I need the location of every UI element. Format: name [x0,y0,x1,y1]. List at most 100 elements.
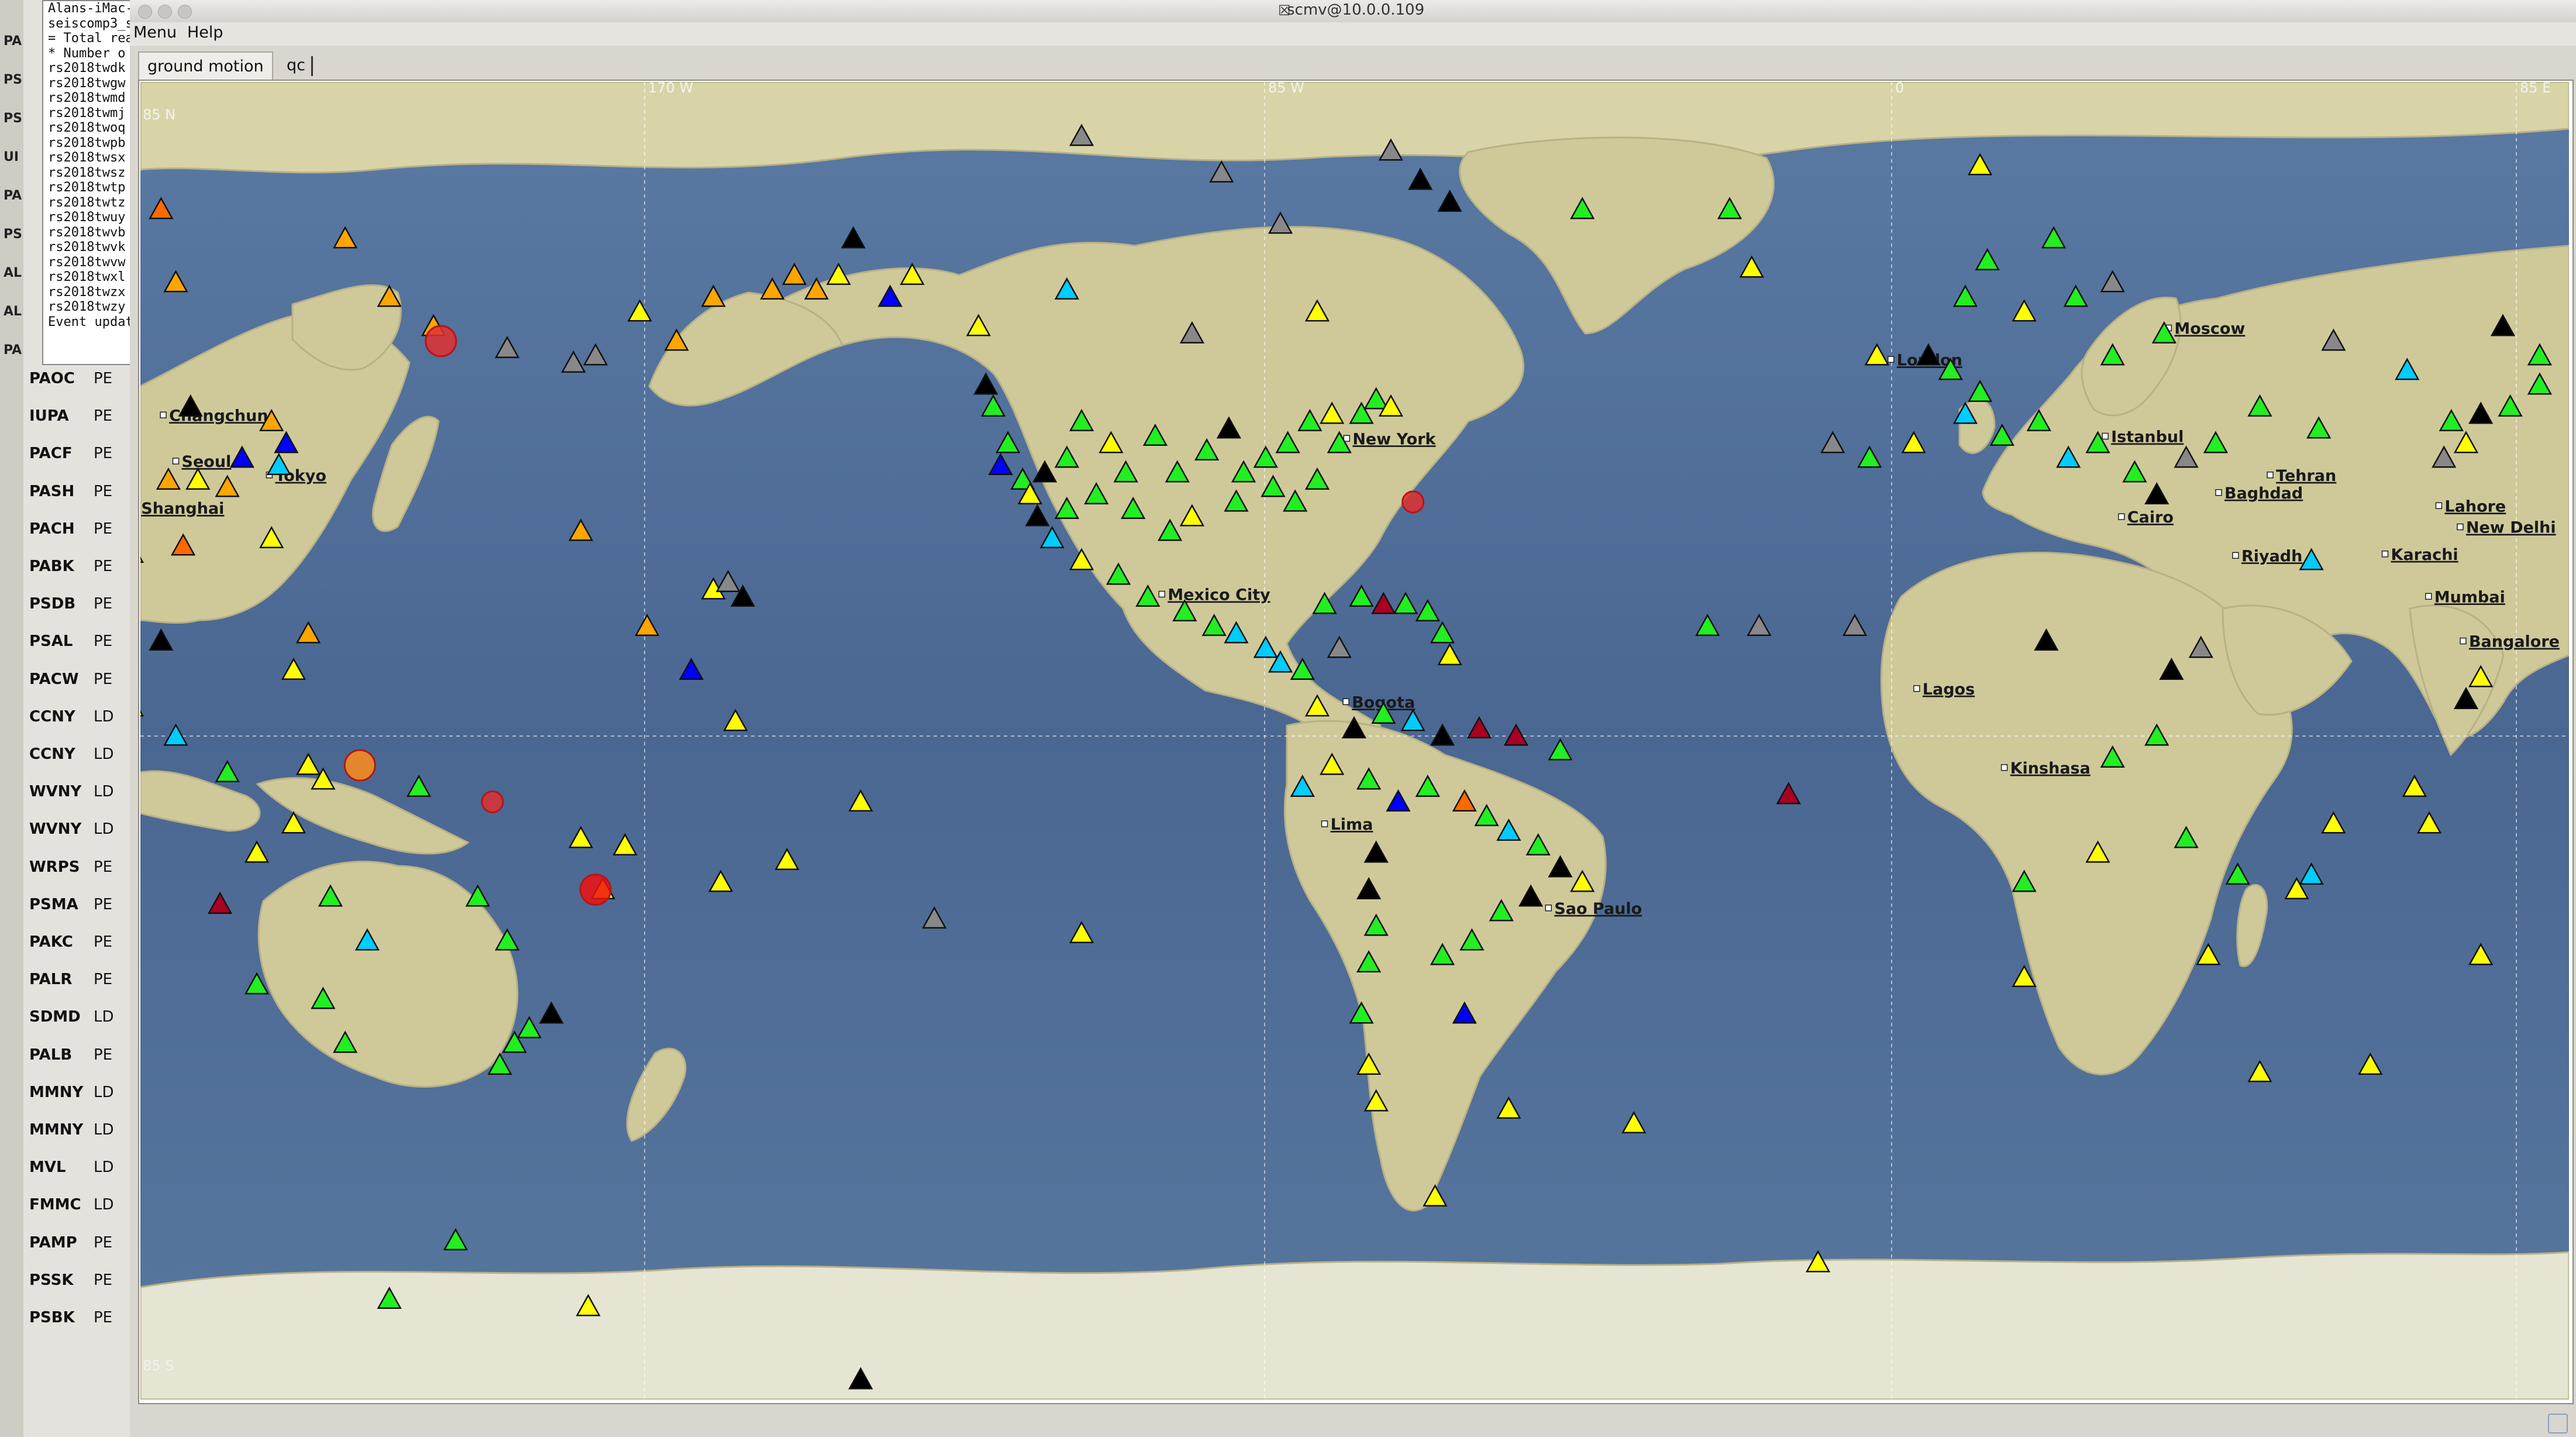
station-code: WVNY [29,820,82,838]
city-label: Mexico City [1168,586,1270,604]
city-label: Lagos [1923,680,1975,699]
station-row[interactable]: WVNY LD [0,814,132,852]
close-window-icon[interactable] [138,5,152,19]
menu-menu[interactable]: Menu [133,23,177,42]
station-row[interactable]: MVL LD [0,1153,132,1190]
city-label: Tehran [2276,467,2336,485]
station-row[interactable]: PSBK PE [0,1303,132,1340]
station-row[interactable]: PAMP PE [0,1228,132,1266]
station-code: CCNY [29,707,75,726]
terminal-line: rs2018twzy [48,300,126,314]
station-row[interactable]: FMMC LD [0,1190,132,1228]
terminal-window[interactable]: Alans-iMac-seiscomp3_s = Total rea * Numbe… [42,0,132,365]
longitude-label: 85 E [2520,82,2551,96]
city-marker [2460,637,2467,645]
event-circle[interactable] [343,749,376,782]
terminal-line: rs2018twsz [48,165,126,180]
station-code: PALR [29,971,73,989]
station-type: PE [94,595,113,613]
terminal-line: rs2018twdk [48,61,126,75]
station-code: PSDB [29,595,76,613]
station-row[interactable]: PAOC PE [0,364,132,401]
station-row[interactable]: PACW PE [0,665,132,702]
city-label: New York [1352,430,1436,448]
station-type: PE [94,482,113,500]
station-code: PACW [29,670,79,688]
station-code: PALB [29,1046,73,1064]
maximize-window-icon[interactable] [178,5,192,19]
city-label: New Delhi [2466,519,2556,537]
terminal-line: rs2018twtp [48,180,126,195]
station-row[interactable]: MMNY LD [0,1115,132,1153]
city-marker [2118,513,2125,520]
station-code: PSSK [29,1271,74,1289]
station-row[interactable]: PACH PE [0,514,132,552]
event-circle[interactable] [481,790,504,813]
city-label: Moscow [2174,320,2245,338]
terminal-line: rs2018twxl [48,270,126,284]
station-code: PABK [29,558,74,575]
city-label: Cairo [2127,508,2174,527]
station-row[interactable]: PALB PE [0,1040,132,1078]
station-type: PE [94,895,113,913]
terminal-line: rs2018twvw [48,255,126,270]
station-row[interactable]: PACF PE [0,439,132,476]
event-circle[interactable] [425,325,457,357]
tab-bar [130,46,2576,83]
resize-grip-icon[interactable] [2548,1414,2568,1433]
station-type: PE [94,1271,113,1289]
station-row[interactable]: PABK PE [0,552,132,589]
station-code: SDMD [29,1008,81,1026]
world-map[interactable]: 170 W 85 W 0 85 E 85 N85 S ChangchunSeoulTo… [140,82,2569,1400]
event-circle[interactable] [1401,490,1425,514]
city-label: Istanbul [2111,428,2184,446]
city-label: Kinshasa [2010,759,2091,778]
tab-ground-motion[interactable]: ground motion [138,51,273,81]
station-row[interactable]: IUPA PE [0,401,132,439]
station-row[interactable]: CCNY LD [0,702,132,740]
station-type: PE [94,1233,113,1252]
station-type: LD [94,707,114,726]
tab-separator [311,56,313,76]
terminal-line: Alans-iMac- [48,1,132,16]
terminal-line: rs2018twuy [48,210,126,225]
tab-qc[interactable]: qc [278,51,314,80]
city-label: Baghdad [2224,484,2303,503]
city-marker [2267,472,2274,479]
terminal-line: rs2018twpb [48,135,126,150]
event-circle[interactable] [579,874,612,906]
station-row[interactable]: MMNY LD [0,1078,132,1115]
terminal-line: Event updat [48,314,132,329]
station-row[interactable]: PAKC PE [0,927,132,965]
station-row[interactable]: PALR PE [0,965,132,1002]
station-code: WVNY [29,783,82,801]
station-code: PASH [29,482,75,500]
station-row[interactable]: WRPS PE [0,852,132,890]
station-row[interactable]: CCNY LD [0,740,132,777]
city-marker [1321,820,1328,827]
city-label: Lahore [2444,497,2506,515]
city-label: Lima [1331,816,1373,834]
station-row[interactable]: PSMA PE [0,890,132,927]
station-type: PE [94,670,113,688]
station-row[interactable]: SDMD LD [0,1002,132,1040]
terminal-line: rs2018twmd [48,91,126,105]
city-marker [1887,356,1895,363]
station-code: WRPS [29,858,80,876]
city-marker [2457,523,2464,531]
station-row[interactable]: PSSK PE [0,1266,132,1303]
station-code: MVL [29,1158,66,1177]
station-row[interactable]: PASH PE [0,477,132,514]
station-row[interactable]: WVNY LD [0,777,132,814]
station-type: LD [94,1121,114,1139]
minimize-window-icon[interactable] [158,5,172,19]
station-code: FMMC [29,1196,81,1214]
terminal-line: seiscomp3_s [48,16,132,31]
station-row[interactable]: PSAL PE [0,627,132,664]
menu-help[interactable]: Help [187,23,223,42]
city-marker [1342,698,1349,705]
station-row[interactable]: PSDB PE [0,589,132,627]
city-marker [1343,435,1351,442]
city-label: Mumbai [2434,588,2505,606]
city-label: Riyadh [2241,547,2302,565]
